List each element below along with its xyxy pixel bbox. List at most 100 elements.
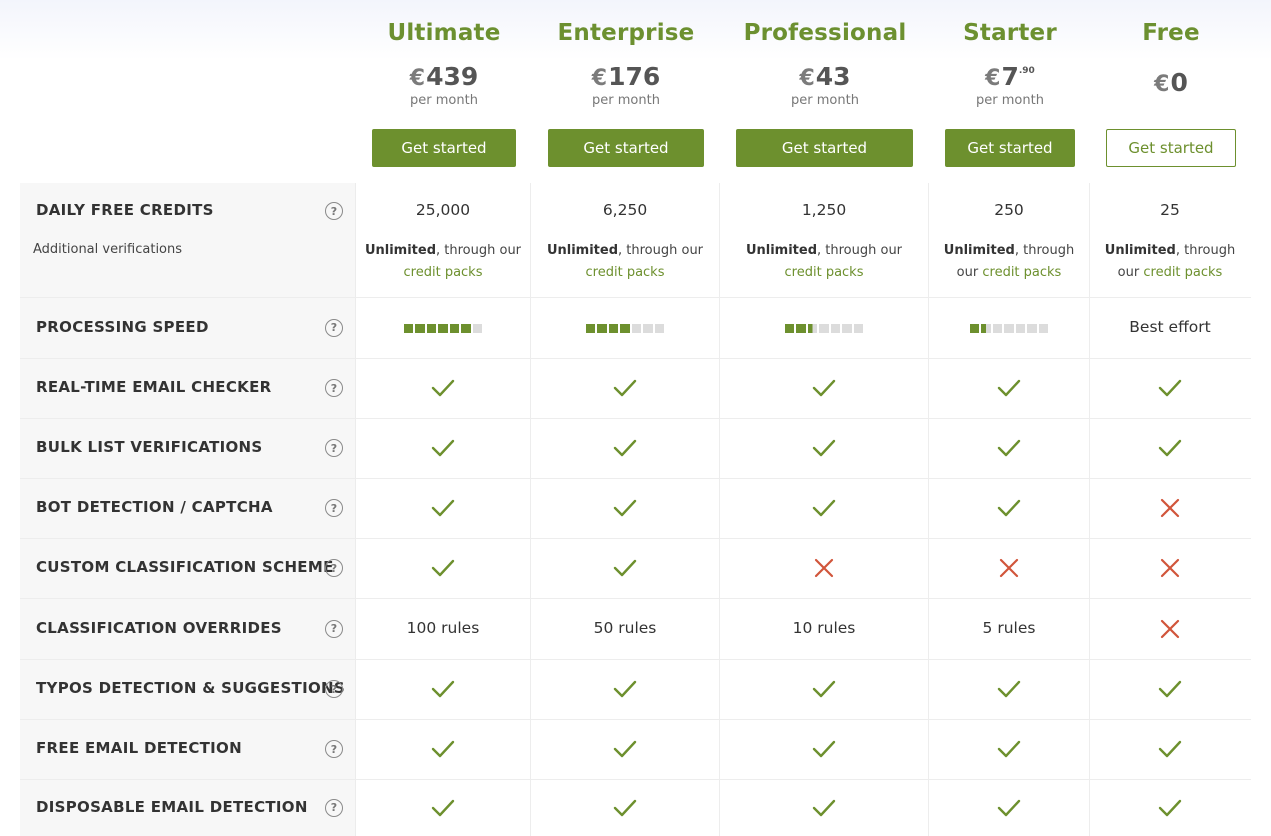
feature-value-cell <box>531 479 720 538</box>
get-started-button-free[interactable]: Get started <box>1106 129 1236 167</box>
feature-value-cell <box>1090 539 1250 598</box>
question-circle-icon[interactable]: ? <box>325 439 343 457</box>
speed-meter <box>720 323 928 333</box>
speed-segment <box>796 323 806 333</box>
question-circle-icon[interactable]: ? <box>325 680 343 698</box>
plan-price: €176 <box>532 62 720 94</box>
question-circle-icon[interactable]: ? <box>325 619 343 638</box>
speed-segment <box>608 323 619 333</box>
speed-segment <box>830 323 841 333</box>
speed-segment <box>819 323 829 333</box>
feature-value-cell <box>720 720 929 779</box>
speed-meter <box>356 323 530 333</box>
question-circle-icon[interactable]: ? <box>325 798 343 817</box>
credit-packs-link[interactable]: credit packs <box>586 265 665 280</box>
speed-segment <box>1015 323 1026 333</box>
feature-label-cell: FREE EMAIL DETECTION? <box>20 720 356 779</box>
feature-label: TYPOS DETECTION & SUGGESTIONS <box>36 679 345 697</box>
check-icon <box>929 739 1089 759</box>
speed-segment <box>981 323 991 333</box>
speed-segment <box>1004 323 1014 333</box>
feature-sub-label: Additional verifications <box>33 242 183 257</box>
credit-packs-link[interactable]: credit packs <box>982 265 1061 280</box>
feature-value-cell: 1,250 Unlimited, through our credit packs <box>720 183 929 297</box>
billing-period: per month <box>976 93 1044 108</box>
price-amount: 439 <box>426 62 479 91</box>
check-icon <box>929 498 1089 518</box>
feature-value-cell: 6,250 Unlimited, through our credit packs <box>531 183 720 297</box>
feature-value-cell <box>356 298 531 358</box>
check-icon <box>356 498 530 518</box>
speed-segment <box>426 323 437 333</box>
credit-packs-link[interactable]: credit packs <box>404 265 483 280</box>
feature-row-typos-detection-suggestions: TYPOS DETECTION & SUGGESTIONS? <box>20 660 1251 720</box>
speed-segment <box>403 323 414 333</box>
feature-label: BOT DETECTION / CAPTCHA <box>36 498 273 516</box>
unlimited-text: Unlimited <box>943 243 1015 258</box>
check-icon <box>531 558 719 578</box>
get-started-button-enterprise[interactable]: Get started <box>548 129 704 167</box>
check-icon <box>720 798 928 818</box>
check-icon <box>531 438 719 458</box>
speed-segment <box>807 323 818 333</box>
cross-icon <box>720 558 928 578</box>
feature-value-cell <box>929 359 1090 418</box>
get-started-button-ultimate[interactable]: Get started <box>372 129 516 167</box>
feature-value-cell: 100 rules <box>356 599 531 659</box>
unlimited-text: Unlimited <box>745 243 818 258</box>
feature-label-cell: TYPOS DETECTION & SUGGESTIONS? <box>20 660 356 719</box>
check-icon <box>356 798 530 818</box>
price-amount: 7 <box>1001 62 1019 91</box>
currency-symbol: € <box>409 66 426 91</box>
question-circle-icon[interactable]: ? <box>325 379 343 397</box>
additional-verifications-note: Unlimited, through our credit packs <box>1098 240 1242 284</box>
credit-packs-link[interactable]: credit packs <box>785 265 864 280</box>
feature-value: 25,000 <box>415 201 471 219</box>
feature-label-cell: BULK LIST VERIFICATIONS? <box>20 419 356 478</box>
speed-segment <box>585 323 596 333</box>
feature-value-cell <box>929 780 1090 836</box>
note-text: , through our <box>436 243 522 258</box>
feature-value: 50 rules <box>593 618 657 637</box>
price-amount: 176 <box>608 62 661 91</box>
check-icon <box>531 679 719 699</box>
question-circle-icon[interactable]: ? <box>325 740 343 758</box>
check-icon <box>1090 378 1250 398</box>
feature-value: 25 <box>1160 201 1180 219</box>
feature-value-cell <box>1090 660 1250 719</box>
unlimited-text: Unlimited <box>546 243 619 258</box>
speed-segment <box>415 323 425 333</box>
speed-segment <box>643 323 653 333</box>
feature-value-cell <box>1090 780 1250 836</box>
question-circle-icon[interactable]: ? <box>325 202 343 220</box>
feature-value-cell: 25,000 Unlimited, through our credit pack… <box>356 183 531 297</box>
get-started-button-starter[interactable]: Get started <box>945 129 1075 167</box>
get-started-button-professional[interactable]: Get started <box>736 129 913 167</box>
currency-symbol: € <box>985 66 1001 91</box>
check-icon <box>356 558 530 578</box>
question-circle-icon[interactable]: ? <box>325 318 343 337</box>
speed-segment <box>597 323 607 333</box>
feature-row-classification-overrides: CLASSIFICATION OVERRIDES? 100 rules 50 rul… <box>20 599 1251 660</box>
feature-label-cell: PROCESSING SPEED? <box>20 298 356 358</box>
check-icon <box>531 739 719 759</box>
question-circle-icon[interactable]: ? <box>325 559 343 577</box>
billing-period: per month <box>592 93 660 108</box>
feature-value-cell <box>531 780 720 836</box>
feature-value-cell: Best effort <box>1090 298 1250 358</box>
feature-row-free-email-detection: FREE EMAIL DETECTION? <box>20 720 1251 780</box>
feature-value-cell: 10 rules <box>720 599 929 659</box>
note-text: , through our <box>618 243 704 258</box>
feature-label-cell: DAILY FREE CREDITS? Additional verificati… <box>20 183 356 297</box>
feature-value-cell <box>356 780 531 836</box>
plan-price: €439 <box>357 62 531 94</box>
price-amount: 0 <box>1170 68 1188 97</box>
feature-label: BULK LIST VERIFICATIONS <box>36 438 263 456</box>
speed-segment <box>784 323 795 333</box>
credit-packs-link[interactable]: credit packs <box>1143 265 1222 280</box>
feature-value-cell <box>720 359 929 418</box>
feature-value-cell <box>720 298 929 358</box>
additional-verifications-note: Unlimited, through our credit packs <box>937 240 1081 284</box>
feature-value-cell <box>531 660 720 719</box>
question-circle-icon[interactable]: ? <box>325 499 343 517</box>
